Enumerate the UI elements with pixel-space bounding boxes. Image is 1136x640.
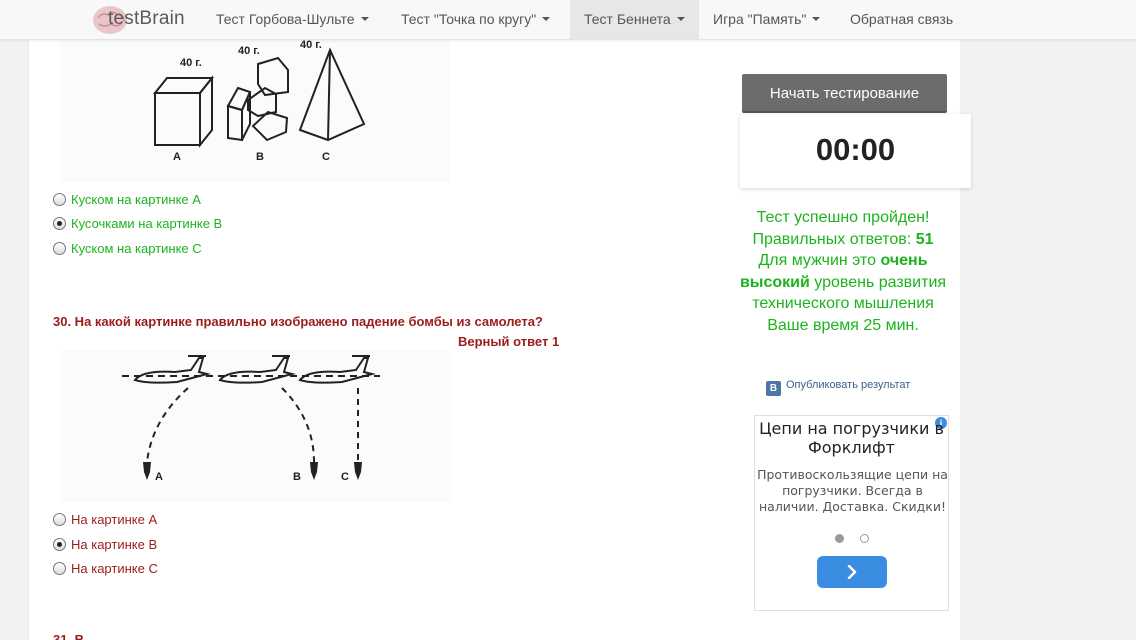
figure-label-a: А bbox=[155, 471, 163, 483]
option-label: Кусочками на картинке В bbox=[71, 216, 223, 231]
q30-option-a[interactable]: На картинке А bbox=[53, 511, 157, 529]
question-29-image: 40 г. 40 г. 40 г. А В С bbox=[60, 40, 450, 182]
q30-option-c[interactable]: На картинке С bbox=[53, 560, 158, 578]
radio-button[interactable] bbox=[53, 562, 66, 575]
option-label: Куском на картинке С bbox=[71, 241, 202, 256]
weight-label: 40 г. bbox=[300, 40, 322, 51]
question-30-title: 30. На какой картинке правильно изображе… bbox=[53, 314, 543, 329]
test-result: Тест успешно пройден! Правильных ответов… bbox=[732, 207, 954, 336]
chevron-right-icon bbox=[847, 565, 857, 579]
option-label: Куском на картинке А bbox=[71, 192, 201, 207]
option-label: На картинке С bbox=[71, 561, 158, 576]
ad-next-button[interactable] bbox=[817, 556, 887, 588]
start-test-button[interactable]: Начать тестирование bbox=[742, 74, 947, 113]
q29-option-b[interactable]: Кусочками на картинке В bbox=[53, 215, 222, 233]
result-correct-count: Правильных ответов: 51 bbox=[732, 229, 954, 251]
weight-label: 40 г. bbox=[238, 45, 260, 57]
radio-button[interactable] bbox=[53, 242, 66, 255]
nav-gorbov-schulte[interactable]: Тест Горбова-Шульте bbox=[202, 0, 383, 39]
correct-count-value: 51 bbox=[915, 230, 934, 248]
result-label: Правильных ответов: bbox=[752, 230, 912, 248]
top-navbar: testBrain Тест Горбова-Шульте Тест "Точк… bbox=[0, 0, 1136, 40]
timer-display: 00:00 bbox=[815, 132, 896, 167]
correct-answer-note: Верный ответ 1 bbox=[458, 334, 560, 349]
question-31-title-partial: 31. В bbox=[53, 632, 85, 640]
nav-label: Тест Беннета bbox=[584, 11, 671, 27]
result-label: Для мужчин это bbox=[758, 252, 877, 269]
figure-label-a: А bbox=[173, 151, 181, 163]
advertisement[interactable]: i Цепи на погрузчики в Форклифт Противос… bbox=[754, 415, 949, 611]
nav-dot-circle[interactable]: Тест "Точка по кругу" bbox=[387, 0, 564, 39]
nav-label: Обратная связь bbox=[850, 11, 954, 27]
ad-title[interactable]: Цепи на погрузчики в Форклифт bbox=[759, 419, 944, 457]
result-level: Для мужчин это очень высокий уровень раз… bbox=[732, 250, 954, 315]
radio-button[interactable] bbox=[53, 193, 66, 206]
caret-down-icon bbox=[542, 17, 551, 22]
nav-label: Игра "Память" bbox=[713, 11, 807, 27]
ad-text: Противоскользящие цепи на погрузчики. Вс… bbox=[757, 467, 948, 514]
figure-label-c: С bbox=[341, 471, 349, 483]
nav-feedback[interactable]: Обратная связь bbox=[836, 0, 967, 39]
nav-label: Тест Горбова-Шульте bbox=[216, 11, 355, 27]
question-30-image: А В С bbox=[60, 350, 452, 502]
carousel-dot-active[interactable] bbox=[835, 534, 844, 543]
caret-down-icon bbox=[360, 17, 369, 22]
nav-label: Тест "Точка по кругу" bbox=[401, 11, 537, 27]
carousel-dot[interactable] bbox=[860, 534, 869, 543]
timer-panel: 00:00 bbox=[740, 114, 971, 188]
logo-text: testBrain bbox=[108, 8, 185, 29]
radio-button-checked[interactable] bbox=[53, 538, 66, 551]
option-label: На картинке В bbox=[71, 537, 158, 552]
site-logo[interactable]: testBrain bbox=[88, 0, 198, 40]
nav-memory-game[interactable]: Игра "Память" bbox=[699, 0, 834, 39]
vk-icon: В bbox=[766, 381, 781, 396]
radio-button-checked[interactable] bbox=[53, 217, 66, 230]
figure-label-b: В bbox=[256, 151, 264, 163]
figure-label-b: В bbox=[293, 471, 301, 483]
q29-option-a[interactable]: Куском на картинке А bbox=[53, 191, 201, 209]
nav-bennett-test[interactable]: Тест Беннета bbox=[570, 0, 699, 39]
publish-label: Опубликовать результат bbox=[786, 379, 911, 391]
q29-option-c[interactable]: Куском на картинке С bbox=[53, 240, 202, 258]
weight-label: 40 г. bbox=[180, 57, 202, 69]
result-time: Ваше время 25 мин. bbox=[767, 316, 919, 334]
figure-label-c: С bbox=[322, 151, 330, 163]
caret-down-icon bbox=[812, 17, 821, 22]
publish-result-link[interactable]: В Опубликовать результат bbox=[766, 379, 910, 396]
result-status: Тест успешно пройден! bbox=[756, 209, 930, 226]
option-label: На картинке А bbox=[71, 512, 158, 527]
page-background-right bbox=[960, 40, 1136, 640]
caret-down-icon bbox=[676, 17, 685, 22]
q30-option-b[interactable]: На картинке В bbox=[53, 536, 157, 554]
radio-button[interactable] bbox=[53, 513, 66, 526]
